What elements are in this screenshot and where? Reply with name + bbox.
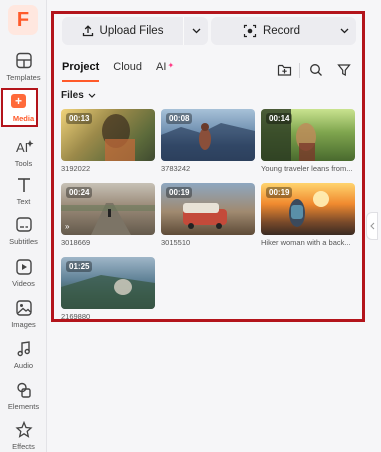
ai-tools-icon: AI (16, 140, 33, 155)
record-split-button: Record (211, 17, 356, 45)
upload-files-label: Upload Files (99, 25, 164, 37)
divider (299, 63, 300, 78)
sidebar-item-label: Media (12, 114, 35, 123)
upload-files-split-button: Upload Files (62, 17, 208, 45)
chevron-down-icon (88, 93, 96, 98)
record-button[interactable]: Record (211, 24, 332, 38)
duration-badge: 00:08 (166, 113, 193, 124)
media-item[interactable]: 00:24 » 3018669 (61, 183, 155, 247)
duration-badge: 00:14 (266, 113, 293, 124)
source-tabs: Project Cloud AI✦ (62, 61, 174, 82)
video-thumbnail[interactable]: 00:08 (161, 109, 255, 161)
tab-label: Cloud (113, 61, 143, 73)
media-item[interactable]: 00:13 3192022 (61, 109, 155, 173)
elements-icon (16, 382, 31, 398)
media-item[interactable]: 01:25 2169880 (61, 257, 155, 321)
videos-icon (15, 259, 32, 275)
images-icon (15, 300, 32, 316)
duration-badge: 01:25 (66, 261, 93, 272)
upload-files-button[interactable]: Upload Files (62, 25, 183, 37)
sparkle-icon: ✦ (167, 61, 175, 70)
media-item[interactable]: 00:08 3783242 (161, 109, 255, 173)
media-caption: 3015510 (161, 238, 191, 247)
tab-cloud[interactable]: Cloud (113, 61, 142, 81)
tab-label: Project (62, 61, 100, 73)
record-icon (243, 24, 257, 38)
new-folder-button[interactable] (273, 59, 295, 81)
filter-button[interactable] (333, 59, 355, 81)
record-label: Record (262, 25, 301, 37)
video-thumbnail[interactable]: 00:24 » (61, 183, 155, 235)
media-item[interactable]: 00:19 3015510 (161, 183, 255, 247)
search-button[interactable] (305, 59, 327, 81)
files-filter-dropdown[interactable]: Files (61, 90, 96, 101)
sidebar-item-media[interactable]: Media (0, 111, 47, 123)
tab-project[interactable]: Project (62, 61, 100, 82)
effects-icon (14, 421, 33, 438)
video-thumbnail[interactable]: 00:13 (61, 109, 155, 161)
app-logo[interactable]: F (8, 5, 38, 35)
sidebar-item-templates[interactable]: Templates (0, 52, 47, 82)
sidebar-item-tools[interactable]: AI Tools (0, 138, 47, 168)
templates-icon (15, 52, 32, 69)
sidebar-item-text[interactable]: Text (0, 176, 47, 206)
logo-letter: F (16, 9, 30, 31)
search-icon (310, 64, 322, 76)
video-thumbnail[interactable]: 01:25 (61, 257, 155, 309)
left-sidebar: F Templates + Media AI Tools Text Subtit… (0, 0, 47, 452)
duration-badge: 00:13 (66, 113, 93, 124)
sidebar-item-elements[interactable]: Elements (0, 381, 47, 411)
text-icon (17, 178, 30, 192)
svg-text:AI: AI (16, 140, 28, 155)
media-icon: + (11, 94, 26, 108)
upload-options-dropdown[interactable] (184, 28, 208, 34)
media-caption: 2169880 (61, 312, 91, 321)
sidebar-item-audio[interactable]: Audio (0, 340, 47, 370)
video-thumbnail[interactable]: 00:19 (261, 183, 355, 235)
tab-label: AI (156, 61, 167, 73)
sidebar-item-videos[interactable]: Videos (0, 258, 47, 288)
duration-badge: 00:19 (266, 187, 293, 198)
files-filter-label: Files (61, 90, 84, 101)
subtitles-icon (15, 217, 32, 232)
chevron-down-icon (340, 28, 348, 34)
sidebar-item-label: Images (11, 320, 36, 329)
media-caption: Young traveler leans from... (261, 164, 353, 173)
media-panel: Upload Files Record Project Cloud AI✦ Fi… (51, 11, 365, 322)
record-options-dropdown[interactable] (332, 28, 356, 34)
sidebar-item-subtitles[interactable]: Subtitles (0, 216, 47, 246)
add-folder-icon (277, 64, 291, 76)
media-caption: 3018669 (61, 238, 91, 247)
sidebar-item-label: Effects (12, 442, 35, 451)
media-item[interactable]: 00:14 Young traveler leans from... (261, 109, 355, 173)
sidebar-item-label: Tools (14, 159, 33, 168)
media-caption: 3192022 (61, 164, 91, 173)
upload-icon (82, 25, 93, 37)
sidebar-item-label: Templates (6, 73, 41, 82)
collapse-panel-handle[interactable] (366, 212, 378, 240)
video-thumbnail[interactable]: 00:19 (161, 183, 255, 235)
media-caption: 3783242 (161, 164, 191, 173)
tab-ai[interactable]: AI✦ (156, 61, 174, 81)
chevron-down-icon (192, 28, 200, 34)
double-chevron-icon: » (65, 222, 70, 231)
media-item[interactable]: 00:19 Hiker woman with a back... (261, 183, 355, 247)
sidebar-item-label: Videos (12, 279, 35, 288)
filter-icon (337, 64, 351, 77)
media-caption: Hiker woman with a back... (261, 238, 351, 247)
audio-icon (16, 341, 30, 357)
sidebar-item-images[interactable]: Images (0, 299, 47, 329)
sidebar-item-label: Text (16, 197, 31, 206)
sidebar-item-label: Audio (13, 361, 34, 370)
duration-badge: 00:24 (66, 187, 93, 198)
sidebar-item-effects[interactable]: Effects (0, 421, 47, 451)
chevron-left-icon (369, 222, 374, 230)
sidebar-item-label: Subtitles (9, 237, 38, 246)
sidebar-item-label: Elements (7, 402, 40, 411)
video-thumbnail[interactable]: 00:14 (261, 109, 355, 161)
duration-badge: 00:19 (166, 187, 193, 198)
